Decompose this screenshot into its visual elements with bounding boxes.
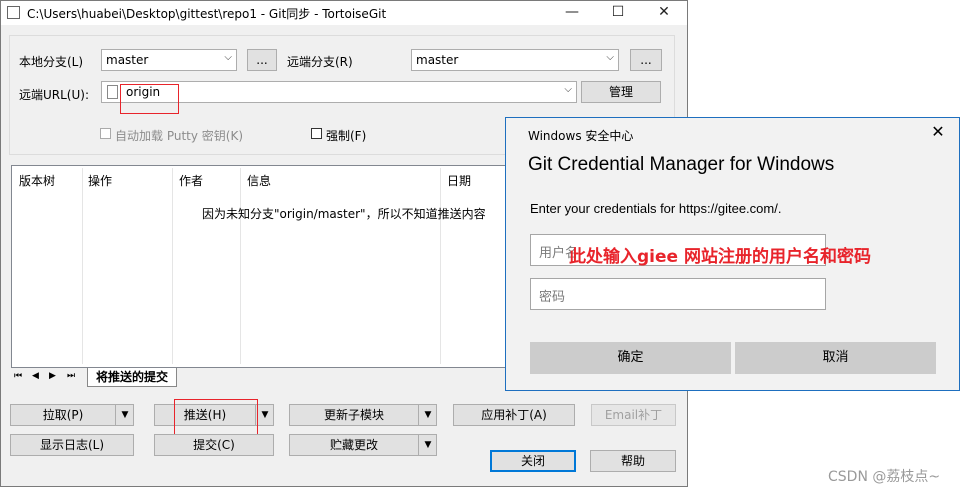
autoload-putty-label: 自动加载 Putty 密钥(K) bbox=[115, 129, 244, 143]
remote-branch-browse-button[interactable]: ... bbox=[630, 49, 662, 71]
app-icon bbox=[7, 6, 20, 19]
column-header-message[interactable]: 信息 bbox=[247, 172, 271, 189]
annotation-text: 此处输入giee 网站注册的用户名和密码 bbox=[569, 247, 871, 267]
column-header-author[interactable]: 作者 bbox=[179, 172, 203, 189]
tab-strip: ⏮ ◀ ▶ ⏭ 将推送的提交 bbox=[11, 368, 506, 388]
caret-down-icon[interactable]: ▼ bbox=[418, 435, 437, 455]
empty-list-message: 因为未知分支"origin/master"，所以不知道推送内容 bbox=[202, 207, 486, 221]
column-header-graph[interactable]: 版本树 bbox=[19, 172, 55, 189]
password-field[interactable]: 密码 bbox=[530, 278, 826, 310]
update-submodule-button[interactable]: 更新子模块 ▼ bbox=[289, 404, 437, 426]
chevron-down-icon: ⌵ bbox=[564, 84, 572, 95]
help-button[interactable]: 帮助 bbox=[590, 450, 676, 472]
pull-label: 拉取(P) bbox=[42, 408, 84, 422]
commit-button[interactable]: 提交(C) bbox=[154, 434, 274, 456]
prev-page-icon[interactable]: ◀ bbox=[32, 371, 39, 381]
chevron-down-icon: ⌵ bbox=[606, 52, 614, 63]
pull-button[interactable]: 拉取(P) ▼ bbox=[10, 404, 134, 426]
close-window-button[interactable]: ✕ bbox=[641, 1, 687, 25]
remote-branch-combo[interactable]: master ⌵ bbox=[411, 49, 619, 71]
show-log-button[interactable]: 显示日志(L) bbox=[10, 434, 134, 456]
manage-button[interactable]: 管理 bbox=[581, 81, 661, 103]
force-label: 强制(F) bbox=[326, 129, 367, 143]
tab-commits-to-push[interactable]: 将推送的提交 bbox=[87, 368, 178, 387]
local-branch-combo[interactable]: master ⌵ bbox=[101, 49, 237, 71]
caret-down-icon[interactable]: ▼ bbox=[115, 405, 134, 425]
minimize-button[interactable]: — bbox=[549, 1, 595, 25]
stash-button[interactable]: 贮藏更改 ▼ bbox=[289, 434, 437, 456]
email-patch-button[interactable]: Email补丁 bbox=[591, 404, 676, 426]
close-button[interactable]: 关闭 bbox=[490, 450, 576, 472]
dialog-heading: Git Credential Manager for Windows bbox=[528, 154, 835, 175]
password-placeholder: 密码 bbox=[539, 290, 566, 305]
local-branch-value: master bbox=[106, 53, 149, 67]
next-page-icon[interactable]: ▶ bbox=[49, 371, 56, 381]
highlight-box-push bbox=[174, 399, 258, 435]
local-branch-browse-button[interactable]: ... bbox=[247, 49, 277, 71]
first-page-icon[interactable]: ⏮ bbox=[14, 371, 22, 381]
column-separator bbox=[440, 168, 441, 364]
update-submodule-label: 更新子模块 bbox=[323, 408, 384, 422]
autoload-putty-checkbox[interactable] bbox=[100, 128, 111, 139]
column-separator bbox=[172, 168, 173, 364]
remote-branch-value: master bbox=[416, 53, 459, 67]
highlight-box-origin bbox=[120, 84, 179, 114]
remote-url-label: 远端URL(U): bbox=[19, 88, 89, 102]
maximize-button[interactable]: ☐ bbox=[595, 1, 641, 25]
dialog-message: Enter your credentials for https://gitee… bbox=[530, 201, 782, 216]
ok-button[interactable]: 确定 bbox=[530, 342, 731, 374]
caret-down-icon[interactable]: ▼ bbox=[418, 405, 437, 425]
column-separator bbox=[82, 168, 83, 364]
title-bar: C:\Users\huabei\Desktop\gittest\repo1 - … bbox=[1, 1, 687, 25]
file-icon bbox=[107, 85, 118, 99]
remote-branch-label: 远端分支(R) bbox=[287, 55, 353, 69]
dialog-window-title: Windows 安全中心 bbox=[528, 129, 634, 143]
commit-list[interactable]: 版本树 操作 作者 信息 日期 因为未知分支"origin/master"，所以… bbox=[11, 165, 506, 368]
cancel-button[interactable]: 取消 bbox=[735, 342, 936, 374]
window-title: C:\Users\huabei\Desktop\gittest\repo1 - … bbox=[27, 7, 387, 21]
column-separator bbox=[240, 168, 241, 364]
local-branch-label: 本地分支(L) bbox=[19, 55, 84, 69]
chevron-down-icon: ⌵ bbox=[224, 52, 232, 63]
apply-patch-button[interactable]: 应用补丁(A) bbox=[453, 404, 575, 426]
last-page-icon[interactable]: ⏭ bbox=[67, 371, 75, 381]
watermark: CSDN @荔枝点~ bbox=[828, 469, 941, 485]
force-checkbox[interactable] bbox=[311, 128, 322, 139]
dialog-close-icon[interactable]: ✕ bbox=[926, 122, 950, 141]
stash-label: 贮藏更改 bbox=[329, 438, 378, 452]
column-header-action[interactable]: 操作 bbox=[88, 172, 112, 189]
column-header-date[interactable]: 日期 bbox=[447, 172, 471, 189]
